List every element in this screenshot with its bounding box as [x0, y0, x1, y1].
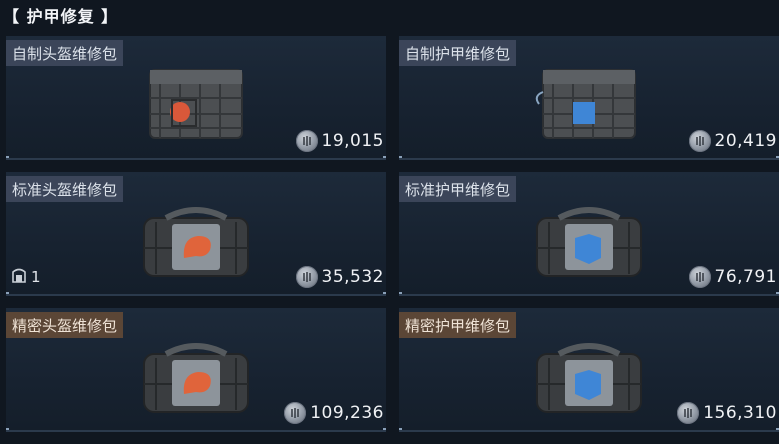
coin-icon — [688, 266, 711, 288]
item-name: 精密护甲维修包 — [399, 312, 517, 338]
corner-tick — [6, 156, 9, 160]
corner-tick — [383, 292, 386, 296]
item-name: 标准护甲维修包 — [399, 176, 517, 202]
price-tag: 20,419 — [688, 130, 777, 152]
corner-tick — [399, 156, 402, 160]
item-name: 精密头盔维修包 — [6, 312, 124, 338]
price-value: 156,310 — [703, 403, 777, 423]
price-value: 76,791 — [714, 267, 777, 287]
repair-kit-bag-icon — [143, 343, 249, 413]
repair-kit-bag-icon — [143, 207, 249, 277]
price-value: 20,419 — [714, 131, 777, 151]
corner-tick — [6, 292, 9, 296]
owned-indicator: 1 — [10, 266, 41, 288]
owned-count: 1 — [31, 268, 41, 286]
price-value: 35,532 — [321, 267, 384, 287]
price-tag: 76,791 — [688, 266, 777, 288]
price-tag: 35,532 — [295, 266, 384, 288]
item-card-helmet-diy[interactable]: 自制头盔维修包 19,015 — [6, 36, 386, 160]
item-name: 自制护甲维修包 — [399, 40, 517, 66]
coin-icon — [688, 130, 711, 152]
storage-icon — [10, 266, 28, 288]
item-card-armor-diy[interactable]: 自制护甲维修包 20,419 — [399, 36, 779, 160]
repair-kit-bag-icon — [536, 207, 642, 277]
coin-icon — [295, 266, 318, 288]
coin-icon — [284, 402, 307, 424]
coin-icon — [295, 130, 318, 152]
corner-tick — [399, 292, 402, 296]
repair-kit-pouch-icon — [535, 69, 636, 139]
repair-kit-bag-icon — [536, 343, 642, 413]
repair-kit-pouch-icon — [149, 69, 243, 139]
corner-tick — [383, 156, 386, 160]
item-name: 标准头盔维修包 — [6, 176, 124, 202]
price-value: 109,236 — [310, 403, 384, 423]
corner-tick — [383, 428, 386, 432]
item-card-armor-standard[interactable]: 标准护甲维修包 76,791 — [399, 172, 779, 296]
section-title: 【 护甲修复 】 — [3, 7, 119, 26]
section-header: 【 护甲修复 】 — [0, 0, 779, 30]
corner-tick — [399, 428, 402, 432]
item-card-armor-precision[interactable]: 精密护甲维修包 156,310 — [399, 308, 779, 432]
coin-icon — [677, 402, 700, 424]
price-tag: 156,310 — [677, 402, 777, 424]
price-tag: 109,236 — [284, 402, 384, 424]
item-card-helmet-precision[interactable]: 精密头盔维修包 109,236 — [6, 308, 386, 432]
price-tag: 19,015 — [295, 130, 384, 152]
corner-tick — [6, 428, 9, 432]
price-value: 19,015 — [321, 131, 384, 151]
item-name: 自制头盔维修包 — [6, 40, 124, 66]
repair-kit-grid: 自制头盔维修包 19,015 自制护甲维修包 20,419 标准头盔维修包 1 … — [6, 36, 779, 444]
item-card-helmet-standard[interactable]: 标准头盔维修包 1 35,532 — [6, 172, 386, 296]
